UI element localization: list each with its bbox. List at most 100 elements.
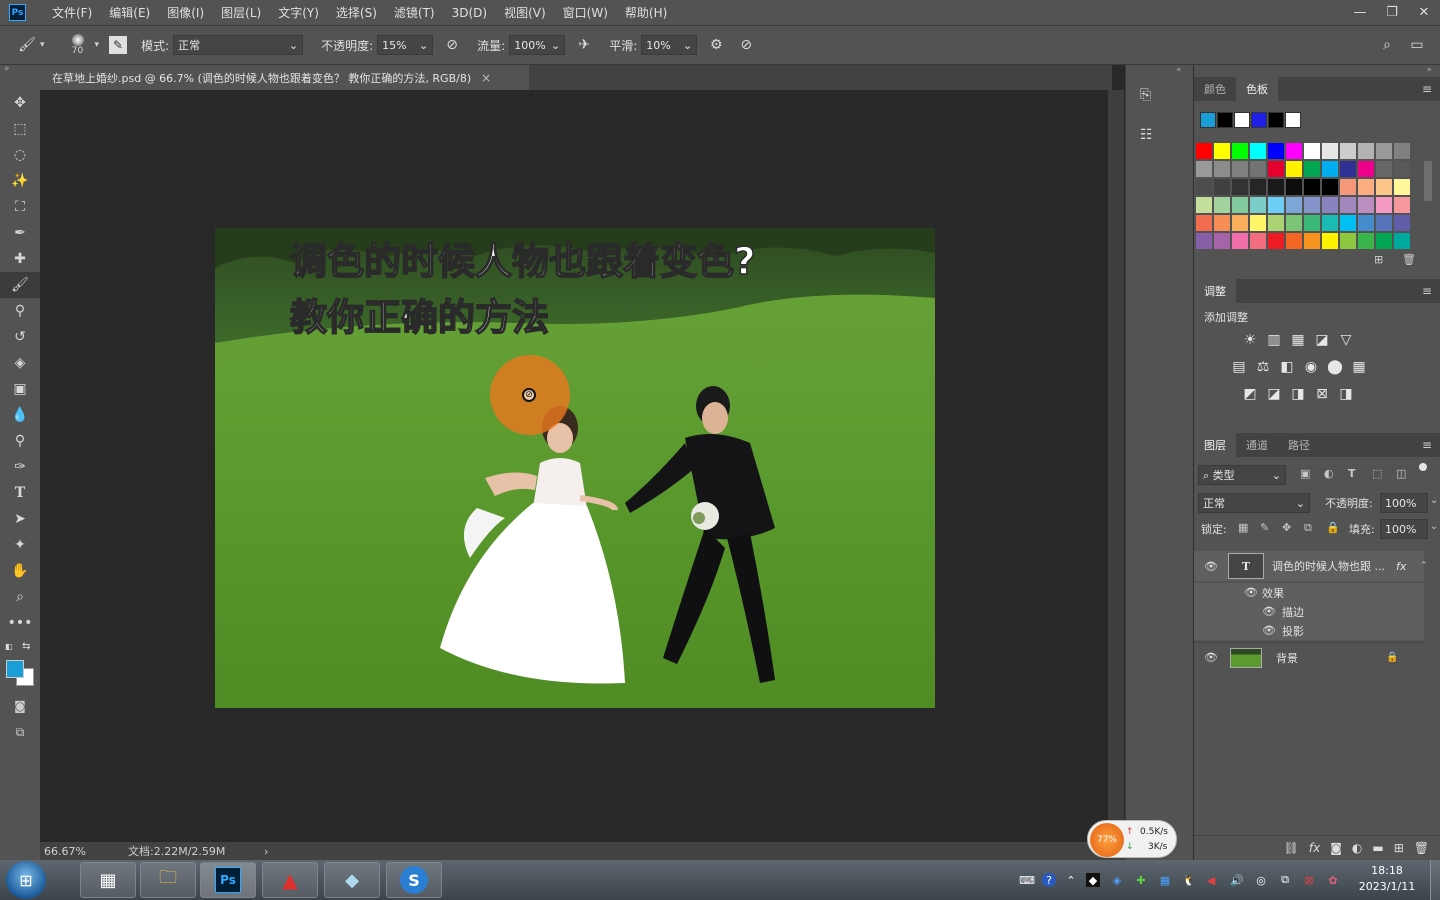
- menu-image[interactable]: 图像(I): [167, 4, 204, 21]
- lock-image-icon[interactable]: ✎: [1260, 521, 1269, 534]
- color-swatch[interactable]: [1340, 197, 1356, 213]
- tray-app-icon[interactable]: ◀: [1204, 873, 1218, 887]
- clock[interactable]: 18:18 2023/1/11: [1352, 864, 1422, 893]
- tab-color[interactable]: 颜色: [1194, 77, 1236, 101]
- shape-tool-icon[interactable]: ✦: [0, 532, 40, 558]
- taskbar-app-cube[interactable]: ◆: [324, 862, 380, 898]
- selective-color-icon[interactable]: ⊠: [1313, 385, 1331, 403]
- workspace-icon[interactable]: ▭: [1406, 34, 1428, 56]
- move-tool-icon[interactable]: ✥: [0, 90, 40, 116]
- zoom-tool-icon[interactable]: ⌕: [0, 584, 40, 610]
- threshold-icon[interactable]: ◨: [1289, 385, 1307, 403]
- color-swatch[interactable]: [1268, 215, 1284, 231]
- taskbar-photoshop[interactable]: Ps: [200, 862, 256, 898]
- black-white-icon[interactable]: ◧: [1278, 358, 1296, 376]
- dodge-tool-icon[interactable]: ⚲: [0, 428, 40, 454]
- color-swatch[interactable]: [1304, 215, 1320, 231]
- collapse-effects-icon[interactable]: ⌃: [1420, 561, 1428, 571]
- color-swatch[interactable]: [1340, 161, 1356, 177]
- tab-close-icon[interactable]: ×: [481, 71, 491, 85]
- color-balance-icon[interactable]: ⚖: [1254, 358, 1272, 376]
- brightness-icon[interactable]: ☀: [1241, 331, 1259, 349]
- healing-brush-tool-icon[interactable]: ✚: [0, 246, 40, 272]
- effects-row[interactable]: 👁 效果: [1194, 583, 1424, 602]
- eye-icon[interactable]: 👁: [1262, 605, 1276, 618]
- document-image[interactable]: 调色的时候人物也跟着变色? 教你正确的方法: [215, 228, 935, 708]
- color-swatch[interactable]: [1358, 215, 1374, 231]
- vertical-scrollbar[interactable]: [1108, 90, 1124, 842]
- invert-icon[interactable]: ◩: [1241, 385, 1259, 403]
- restore-button[interactable]: ❐: [1376, 5, 1408, 20]
- color-swatch[interactable]: [1214, 143, 1230, 159]
- lasso-tool-icon[interactable]: ◌: [0, 142, 40, 168]
- volume-icon[interactable]: 🔊: [1230, 873, 1244, 887]
- color-swatch[interactable]: [1232, 143, 1248, 159]
- foreground-color-swatch[interactable]: [6, 660, 24, 678]
- color-swatch[interactable]: [1268, 197, 1284, 213]
- color-swatch[interactable]: [1286, 233, 1302, 249]
- color-swatch[interactable]: [1376, 179, 1392, 195]
- pressure-size-icon[interactable]: ⊘: [735, 34, 757, 56]
- taskbar-sogou[interactable]: S: [386, 862, 442, 898]
- tray-app-icon[interactable]: ✿: [1326, 873, 1340, 887]
- color-swatch[interactable]: [1214, 161, 1230, 177]
- color-swatch[interactable]: [1358, 143, 1374, 159]
- recent-swatch[interactable]: [1251, 112, 1267, 128]
- color-swatch[interactable]: [1196, 197, 1212, 213]
- color-swatch[interactable]: [1304, 197, 1320, 213]
- keyboard-icon[interactable]: ⌨: [1019, 873, 1035, 887]
- color-swatch[interactable]: [1232, 197, 1248, 213]
- color-swatch[interactable]: [1358, 161, 1374, 177]
- taskbar-app-1[interactable]: ▦: [80, 862, 136, 898]
- color-swatch[interactable]: [1394, 215, 1410, 231]
- document-tab[interactable]: 在草地上婚纱.psd @ 66.7% (调色的时候人物也跟着变色？ 教你正确的方…: [40, 65, 529, 90]
- filter-toggle-icon[interactable]: [1419, 463, 1427, 471]
- color-swatch[interactable]: [1394, 197, 1410, 213]
- tray-app-icon[interactable]: ⊠: [1302, 873, 1316, 887]
- collapse-dock-icon[interactable]: «: [1176, 65, 1182, 75]
- type-tool-icon[interactable]: T: [0, 480, 40, 506]
- eraser-tool-icon[interactable]: ◈: [0, 350, 40, 376]
- smoothing-input[interactable]: 10% ⌄: [641, 35, 698, 55]
- layer-filter-select[interactable]: ⌕ 类型 ⌄: [1198, 465, 1286, 485]
- crop-tool-icon[interactable]: ⛶: [0, 194, 40, 220]
- color-swatch[interactable]: [1250, 233, 1266, 249]
- color-swatch[interactable]: [1250, 161, 1266, 177]
- color-swatch[interactable]: [1250, 143, 1266, 159]
- color-swatch[interactable]: [1232, 161, 1248, 177]
- fx-badge[interactable]: fx: [1396, 560, 1406, 573]
- recent-swatch[interactable]: [1285, 112, 1301, 128]
- taskbar-app-red[interactable]: ▲: [262, 862, 318, 898]
- tool-preset-arrow-icon[interactable]: ▾: [40, 40, 45, 50]
- color-swatch[interactable]: [1232, 233, 1248, 249]
- blend-mode-select[interactable]: 正常 ⌄: [1198, 493, 1310, 513]
- color-swatch[interactable]: [1322, 179, 1338, 195]
- search-icon[interactable]: ⌕: [1376, 34, 1398, 56]
- color-swatch[interactable]: [1322, 161, 1338, 177]
- effect-shadow-row[interactable]: 👁 投影: [1194, 621, 1424, 640]
- eye-icon[interactable]: 👁: [1262, 624, 1276, 637]
- show-desktop-button[interactable]: [1430, 860, 1440, 900]
- add-mask-icon[interactable]: ◙: [1330, 841, 1342, 855]
- color-lookup-icon[interactable]: ▦: [1350, 358, 1368, 376]
- layer-opacity-input[interactable]: 100%: [1380, 493, 1428, 513]
- color-swatch[interactable]: [1358, 197, 1374, 213]
- hand-tool-icon[interactable]: ✋: [0, 558, 40, 584]
- color-swatch[interactable]: [1304, 143, 1320, 159]
- new-adjustment-icon[interactable]: ◐: [1352, 841, 1362, 855]
- clone-stamp-tool-icon[interactable]: ⚲: [0, 298, 40, 324]
- filter-pixel-icon[interactable]: ▣: [1300, 467, 1310, 480]
- history-brush-tool-icon[interactable]: ↺: [0, 324, 40, 350]
- color-swatch[interactable]: [1286, 161, 1302, 177]
- color-swatch[interactable]: [1232, 215, 1248, 231]
- zoom-level[interactable]: 66.67%: [44, 845, 128, 858]
- start-button[interactable]: ⊞: [6, 861, 46, 899]
- lock-transparent-icon[interactable]: ▦: [1238, 521, 1248, 534]
- quick-mask-icon[interactable]: ◙: [0, 696, 40, 716]
- color-swatch[interactable]: [1196, 233, 1212, 249]
- exposure-icon[interactable]: ◪: [1313, 331, 1331, 349]
- trash-icon[interactable]: 🗑: [1414, 841, 1429, 855]
- new-layer-icon[interactable]: ⊞: [1394, 841, 1404, 855]
- vibrance-icon[interactable]: ▽: [1337, 331, 1355, 349]
- color-swatch[interactable]: [1322, 197, 1338, 213]
